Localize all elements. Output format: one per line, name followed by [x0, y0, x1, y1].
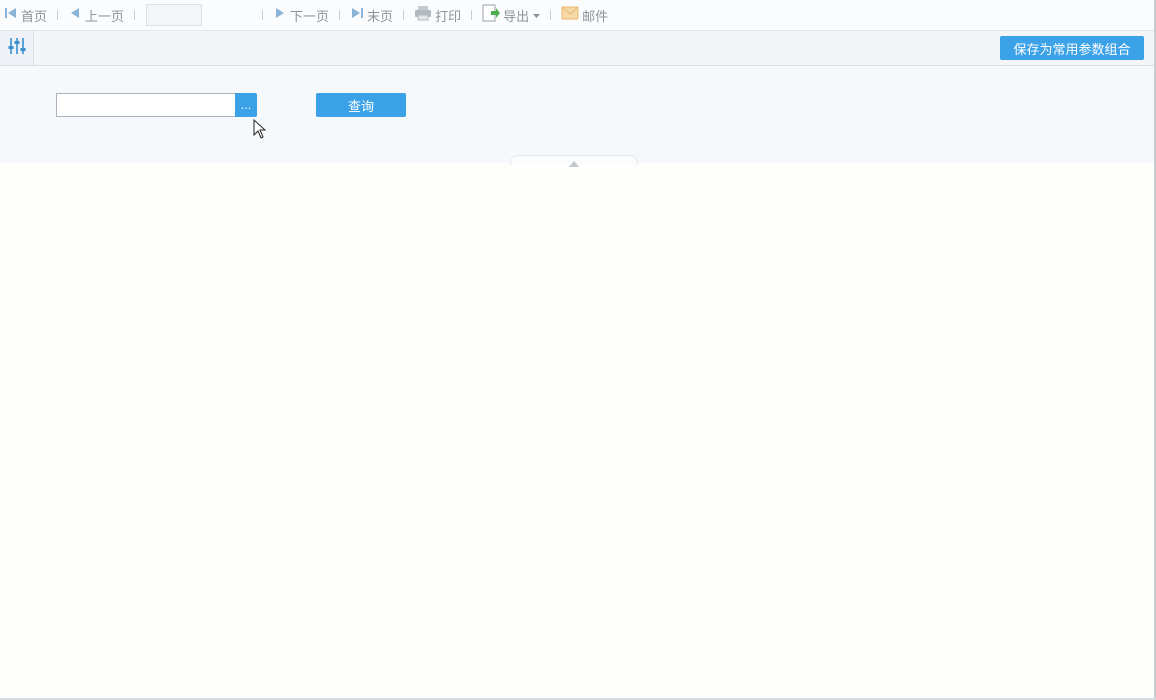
prev-page-button[interactable]: 上一页 — [68, 0, 124, 31]
mouse-cursor-icon — [253, 118, 267, 143]
export-label: 导出 — [503, 9, 530, 25]
parameter-bar: 保存为常用参数组合 — [0, 31, 1156, 66]
params-toggle-button[interactable] — [0, 31, 34, 65]
chevron-down-icon — [533, 8, 541, 23]
chevron-up-icon — [569, 156, 579, 167]
next-page-label: 下一页 — [290, 9, 330, 25]
sliders-icon — [7, 36, 27, 60]
page-total — [202, 4, 252, 26]
query-field[interactable] — [56, 93, 236, 117]
report-toolbar: 首页 上一页 下一页 末页 打印 导出 邮件 — [0, 0, 1156, 31]
next-page-icon — [273, 6, 287, 24]
divider — [339, 10, 341, 20]
print-icon — [414, 5, 432, 25]
page-number-input[interactable] — [146, 4, 203, 26]
first-page-label: 首页 — [21, 9, 48, 25]
mail-icon — [561, 6, 579, 24]
divider — [471, 10, 473, 20]
next-page-button[interactable]: 下一页 — [273, 0, 329, 31]
query-button[interactable]: 查询 — [316, 93, 406, 117]
divider — [262, 10, 264, 20]
print-label: 打印 — [435, 9, 462, 25]
divider — [403, 10, 405, 20]
save-params-button[interactable]: 保存为常用参数组合 — [1000, 36, 1144, 60]
print-button[interactable]: 打印 — [414, 0, 461, 31]
divider — [550, 10, 552, 20]
collapse-panel-handle[interactable] — [510, 155, 638, 167]
prev-page-icon — [68, 6, 82, 24]
export-button[interactable]: 导出 — [482, 0, 541, 31]
last-page-label: 末页 — [367, 9, 394, 25]
first-page-button[interactable]: 首页 — [4, 0, 47, 31]
export-icon — [482, 4, 501, 26]
mail-label: 邮件 — [582, 9, 609, 25]
query-panel: ... 查询 — [0, 66, 1156, 167]
divider — [57, 10, 59, 20]
browse-button[interactable]: ... — [235, 93, 257, 117]
prev-page-label: 上一页 — [85, 9, 125, 25]
mail-button[interactable]: 邮件 — [561, 0, 608, 31]
first-page-icon — [4, 6, 18, 24]
last-page-icon — [350, 6, 364, 24]
last-page-button[interactable]: 末页 — [350, 0, 393, 31]
divider — [134, 10, 136, 20]
